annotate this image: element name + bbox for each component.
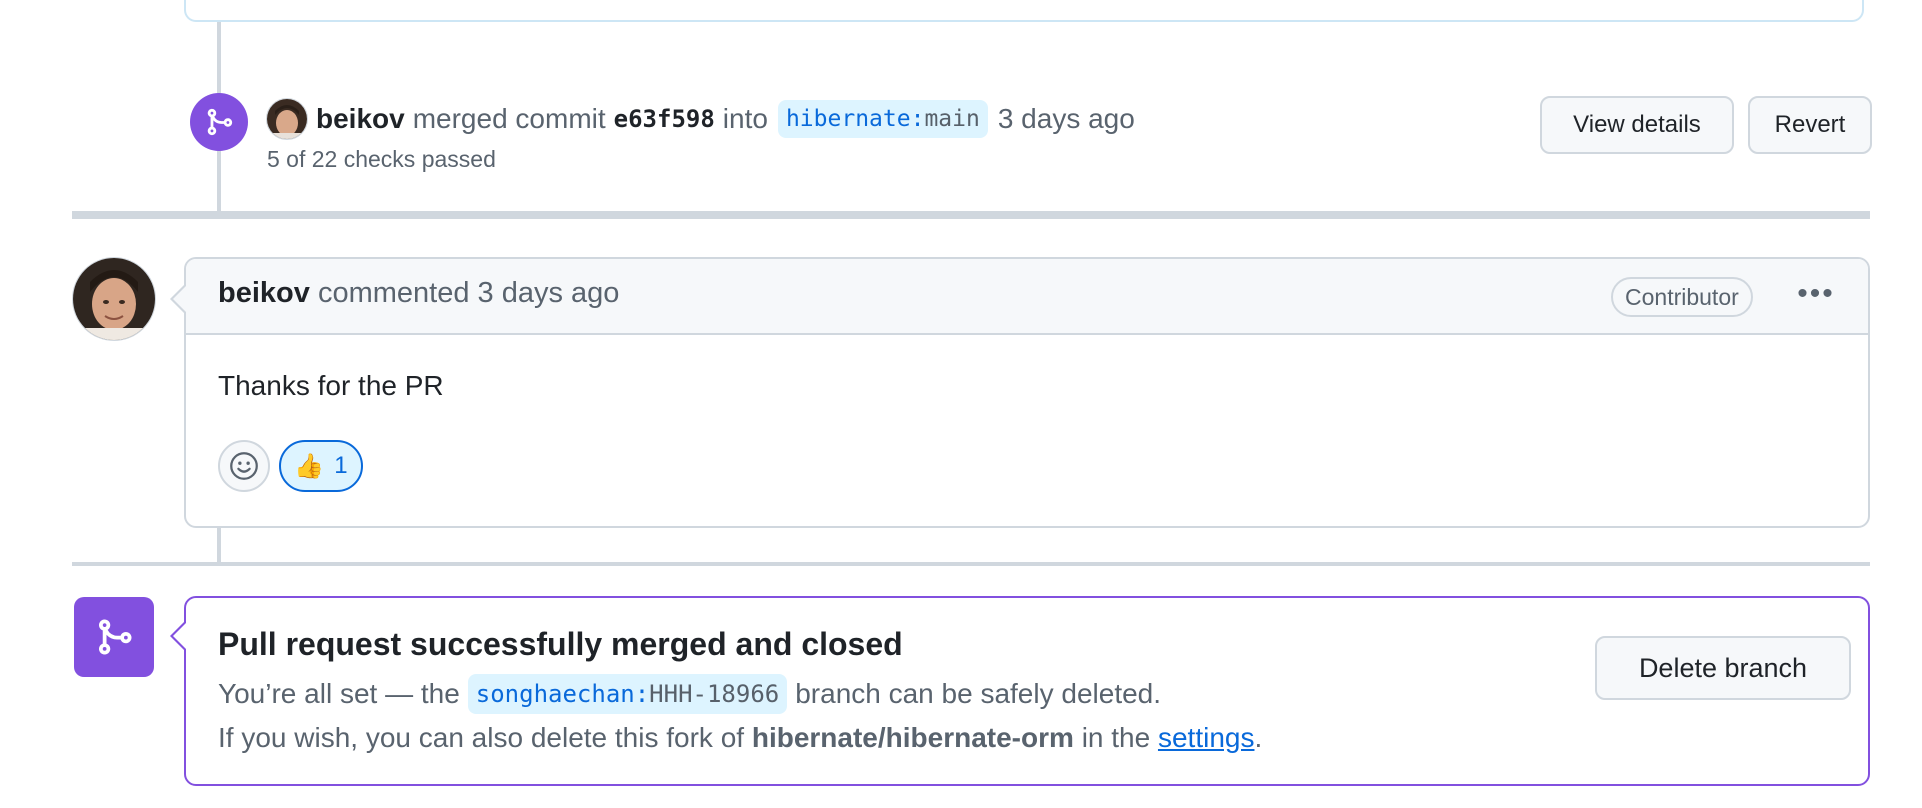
pr-timeline: beikov merged commit e63f598 into hibern…	[0, 0, 1922, 808]
checks-status-text[interactable]: 5 of 22 checks passed	[267, 146, 496, 173]
merge-author-link[interactable]: beikov	[316, 103, 405, 135]
merge-timestamp-link[interactable]: 3 days ago	[998, 103, 1135, 135]
comment-timestamp-link[interactable]: 3 days ago	[478, 277, 620, 309]
thumbs-up-reaction[interactable]: 👍 1	[279, 440, 363, 492]
smiley-icon	[230, 452, 258, 480]
reaction-count: 1	[334, 452, 348, 479]
git-merge-icon	[74, 597, 154, 677]
timeline-line	[217, 528, 221, 564]
target-branch-label[interactable]: hibernate:main	[777, 100, 988, 138]
merged-delete-hint: You’re all set — the songhaechan:HHH-189…	[218, 674, 1161, 714]
line2-mid: in the	[1081, 722, 1151, 753]
into-text: into	[722, 103, 768, 134]
revert-button[interactable]: Revert	[1748, 96, 1872, 154]
delete-branch-button[interactable]: Delete branch	[1595, 636, 1851, 700]
branch-name: main	[924, 106, 980, 132]
repo-name: hibernate/hibernate-orm	[751, 722, 1074, 753]
comment-action-text: commented	[317, 277, 470, 309]
git-merge-icon	[190, 93, 248, 151]
previous-timeline-card	[184, 0, 1864, 22]
merge-action-text: merged commit	[412, 103, 606, 134]
comment-title: beikov commented 3 days ago	[218, 277, 619, 310]
merged-fork-hint: If you wish, you can also delete this fo…	[218, 722, 1262, 754]
comment-author-link[interactable]: beikov	[218, 277, 310, 309]
line1-suffix: branch can be safely deleted.	[795, 678, 1162, 709]
thumbs-up-icon: 👍	[294, 452, 325, 480]
avatar[interactable]	[266, 98, 308, 140]
branch-name: HHH-18966	[649, 680, 780, 708]
merged-box-pointer-fill	[173, 622, 187, 650]
commit-sha-link[interactable]: e63f598	[614, 105, 715, 133]
merge-event-summary: beikov merged commit e63f598 into hibern…	[266, 96, 1135, 142]
comment-pointer-fill	[173, 285, 187, 313]
settings-link[interactable]: settings	[1158, 722, 1255, 753]
timeline-divider	[72, 562, 1870, 566]
branch-owner: hibernate:	[785, 106, 925, 132]
kebab-horizontal-icon[interactable]: •••	[1796, 279, 1836, 312]
comment-body: Thanks for the PR	[218, 370, 444, 401]
line1-prefix: You’re all set — the	[218, 678, 460, 709]
line2-end: .	[1254, 722, 1263, 753]
source-branch-label[interactable]: songhaechan:HHH-18966	[467, 674, 788, 714]
add-reaction-button[interactable]	[218, 440, 270, 492]
timeline-divider	[72, 211, 1870, 219]
contributor-badge: Contributor	[1611, 277, 1753, 317]
avatar[interactable]	[72, 257, 156, 341]
line2-prefix: If you wish, you can also delete this fo…	[218, 722, 745, 753]
merged-title: Pull request successfully merged and clo…	[218, 626, 903, 662]
branch-owner: songhaechan:	[475, 680, 650, 708]
view-details-button[interactable]: View details	[1540, 96, 1734, 154]
